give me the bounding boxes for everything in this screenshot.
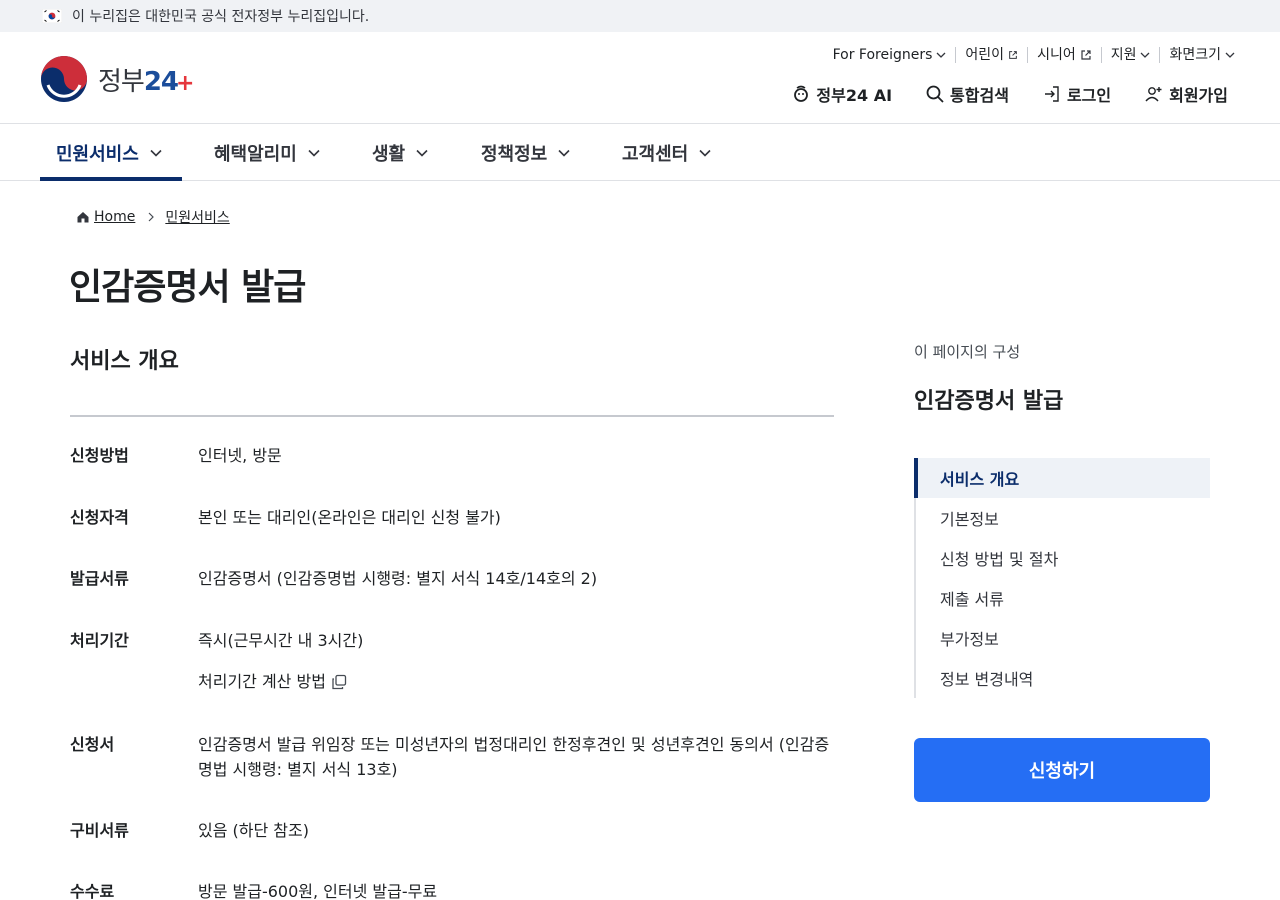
global-nav: 민원서비스 혜택알리미 생활 정책정보 고객센터: [0, 124, 1280, 181]
breadcrumb-current[interactable]: 민원서비스: [165, 207, 229, 227]
page-title: 인감증명서 발급: [69, 267, 306, 308]
util-label: For Foreigners: [832, 47, 933, 63]
action-label: 로그인: [1066, 86, 1112, 105]
toc-item-overview[interactable]: 서비스 개요: [914, 458, 1210, 498]
user-add-icon: [1145, 87, 1162, 102]
breadcrumb-home[interactable]: Home: [94, 209, 135, 225]
info-value: 있음 (하단 참조): [198, 821, 309, 840]
action-label: 정부24 AI: [816, 86, 893, 105]
gnb-policy[interactable]: 정책정보: [481, 124, 571, 181]
main-actions: 정부24 AI 통합검색 로그인 회원가입: [791, 82, 1228, 106]
gnb-label: 혜택알리미: [214, 143, 297, 165]
util-label: 지원: [1110, 47, 1137, 63]
info-value: 인감증명서 (인감증명법 시행령: 별지 서식 14호/14호의 2): [198, 569, 598, 588]
home-icon: [77, 212, 89, 223]
gnb-benefits[interactable]: 혜택알리미: [214, 124, 321, 181]
link-label: 처리기간 계산 방법: [198, 672, 326, 691]
toc-item-basic-info[interactable]: 기본정보: [916, 498, 1210, 538]
info-label: 신청자격: [70, 508, 129, 527]
taegeuk-logo-icon: [41, 56, 87, 102]
korea-flag-icon: [42, 9, 62, 23]
signup-button[interactable]: 회원가입: [1144, 82, 1228, 106]
info-label: 발급서류: [70, 569, 129, 588]
info-value: 인터넷, 방문: [198, 446, 282, 465]
gov24-ai-button[interactable]: 정부24 AI: [791, 82, 892, 106]
toc-item-additional[interactable]: 부가정보: [916, 618, 1210, 658]
gnb-label: 정책정보: [481, 143, 548, 165]
gnb-civil-service[interactable]: 민원서비스: [56, 124, 163, 181]
site-logo[interactable]: 정부24+: [40, 55, 194, 103]
chevron-down-icon: [558, 149, 570, 157]
external-link-icon: [1081, 50, 1091, 60]
processing-time-calc-link[interactable]: 처리기간 계산 방법: [198, 669, 834, 694]
util-label: 어린이: [965, 47, 1005, 63]
gnb-life[interactable]: 생활: [372, 124, 429, 181]
chevron-down-icon: [150, 149, 162, 157]
info-value: 방문 발급-600원, 인터넷 발급-무료: [198, 882, 438, 900]
toc-item-change-history[interactable]: 정보 변경내역: [916, 658, 1210, 698]
info-value-group: 즉시(근무시간 내 3시간) 처리기간 계산 방법: [198, 628, 834, 694]
gnb-active-indicator: [40, 177, 182, 181]
info-label: 수수료: [70, 882, 115, 900]
action-label: 회원가입: [1169, 86, 1228, 105]
util-children[interactable]: 어린이: [955, 47, 1027, 63]
gnb-label: 생활: [372, 143, 406, 165]
chevron-down-icon: [936, 52, 946, 58]
chevron-down-icon: [416, 149, 428, 157]
chevron-right-icon: [148, 212, 155, 222]
ai-icon: [794, 85, 809, 102]
action-label: 통합검색: [950, 86, 1009, 105]
utility-nav: For Foreigners 어린이 시니어 지원 화면크기: [833, 47, 1235, 63]
toc-item-documents[interactable]: 제출 서류: [916, 578, 1210, 618]
side-caption: 이 페이지의 구성: [914, 343, 1021, 361]
login-icon: [1044, 86, 1059, 102]
section-title: 서비스 개요: [70, 349, 179, 374]
gov-banner: 이 누리집은 대한민국 공식 전자정부 누리집입니다.: [0, 0, 1280, 32]
copy-icon: [332, 674, 347, 689]
section-divider: [70, 415, 834, 417]
info-label: 신청방법: [70, 446, 129, 465]
info-label: 구비서류: [70, 821, 129, 840]
page-toc: 서비스 개요 기본정보 신청 방법 및 절차 제출 서류 부가정보 정보 변경내…: [914, 458, 1210, 698]
gnb-label: 민원서비스: [56, 143, 139, 165]
util-senior[interactable]: 시니어: [1027, 47, 1101, 63]
gov-banner-text: 이 누리집은 대한민국 공식 전자정부 누리집입니다.: [72, 9, 370, 25]
external-link-icon: [1009, 51, 1017, 59]
util-label: 시니어: [1037, 47, 1076, 63]
info-value: 즉시(근무시간 내 3시간): [198, 631, 364, 650]
info-value: 본인 또는 대리인(온라인은 대리인 신청 불가): [198, 508, 501, 527]
util-for-foreigners[interactable]: For Foreigners: [833, 47, 956, 63]
side-title: 인감증명서 발급: [914, 389, 1064, 414]
site-header: 정부24+ For Foreigners 어린이 시니어 지원 화면크기 정부2…: [0, 32, 1280, 124]
chevron-down-icon: [1141, 52, 1150, 58]
search-icon: [926, 85, 944, 103]
breadcrumb: Home 민원서비스: [76, 207, 230, 227]
toc-item-procedure[interactable]: 신청 방법 및 절차: [916, 538, 1210, 578]
chevron-down-icon: [308, 149, 320, 157]
util-label: 화면크기: [1169, 47, 1221, 63]
login-button[interactable]: 로그인: [1042, 82, 1111, 106]
util-screen-size[interactable]: 화면크기: [1159, 47, 1235, 63]
chevron-down-icon: [699, 149, 711, 157]
search-button[interactable]: 통합검색: [925, 82, 1009, 106]
gnb-customer-center[interactable]: 고객센터: [622, 124, 712, 181]
apply-button[interactable]: 신청하기: [914, 738, 1210, 802]
logo-text: 정부24+: [98, 66, 194, 97]
info-label: 처리기간: [70, 631, 129, 650]
info-value: 인감증명서 발급 위임장 또는 미성년자의 법정대리인 한정후견인 및 성년후견…: [198, 735, 830, 779]
info-label: 신청서: [70, 735, 115, 754]
util-support[interactable]: 지원: [1100, 47, 1160, 63]
chevron-down-icon: [1225, 52, 1235, 58]
gnb-label: 고객센터: [622, 143, 689, 165]
